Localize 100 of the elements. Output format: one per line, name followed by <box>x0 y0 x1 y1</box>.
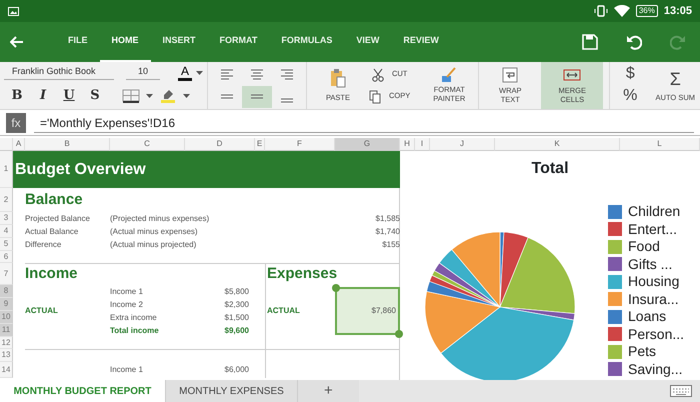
align-icon <box>281 98 294 103</box>
column-header[interactable]: E <box>255 138 265 151</box>
column-header[interactable]: L <box>620 138 700 151</box>
cell-text: Income 2 <box>110 298 144 310</box>
legend-label: Entert... <box>628 220 678 238</box>
font-size-field[interactable]: 10 <box>126 64 160 80</box>
add-sheet-button[interactable]: + <box>297 380 359 402</box>
legend-label: Pets <box>628 343 656 360</box>
selection-handle[interactable] <box>395 330 403 338</box>
undo-icon <box>626 34 642 50</box>
row-header[interactable]: 12 <box>0 337 13 349</box>
percent-button[interactable]: % <box>610 86 650 108</box>
row-header[interactable]: 6 <box>0 251 13 263</box>
align-icon <box>281 69 294 80</box>
cell-value: $5,800 <box>224 286 250 298</box>
font-color-button[interactable]: A <box>178 64 192 80</box>
style-button[interactable]: S <box>82 84 108 106</box>
style-button[interactable]: I <box>30 84 56 106</box>
column-header[interactable]: J <box>430 138 495 151</box>
row-header[interactable]: 1 <box>0 151 13 188</box>
function-label: fx <box>6 112 26 132</box>
cell-text: Projected Balance <box>25 212 91 224</box>
cell-text: (Projected minus expenses) <box>110 212 210 224</box>
style-button[interactable]: B <box>4 84 30 106</box>
section-heading: Balance <box>25 190 84 210</box>
legend-label: Person... <box>628 326 684 343</box>
section-heading: Expenses <box>266 264 338 284</box>
menu-tab[interactable]: FORMAT <box>208 22 270 62</box>
cell-value: $1,585 <box>374 212 400 224</box>
cell-text: (Actual minus expenses) <box>110 226 199 238</box>
highlighter-icon <box>161 88 175 102</box>
row-header[interactable]: 13 <box>0 349 13 362</box>
legend-label: Saving... <box>628 360 682 378</box>
cell-text: Extra income <box>110 312 158 324</box>
cell-text: Total income <box>110 324 160 336</box>
column-header[interactable]: A <box>13 138 25 151</box>
align-button[interactable] <box>242 86 272 108</box>
align-icon <box>221 69 234 80</box>
selected-cell[interactable]: $7,860 <box>335 287 400 335</box>
cell-text: (Actual minus projected) <box>110 238 198 250</box>
menu-tab[interactable]: FORMULAS <box>269 22 344 62</box>
column-header[interactable]: F <box>265 138 335 151</box>
caret-icon <box>183 94 190 98</box>
legend-label: Gifts ... <box>628 256 672 273</box>
image-icon <box>8 6 19 16</box>
menu-tab[interactable]: REVIEW <box>391 22 451 62</box>
row-header[interactable]: 2 <box>0 188 13 212</box>
row-header[interactable]: 8 <box>0 285 13 298</box>
status-time: 13:05 <box>664 4 692 19</box>
caret-icon <box>146 94 153 98</box>
sheet-tab[interactable]: MONTHLY BUDGET REPORT <box>0 380 165 402</box>
row-header[interactable]: 3 <box>0 212 13 225</box>
cell-value: $1,500 <box>224 312 250 324</box>
legend-label: Food <box>628 238 660 256</box>
row-header[interactable]: 10 <box>0 311 13 324</box>
cell-value: $9,600 <box>224 324 250 336</box>
cell-text: ACTUAL <box>25 305 59 317</box>
column-header[interactable]: H <box>400 138 415 151</box>
row-header[interactable]: 5 <box>0 238 13 251</box>
column-header[interactable]: K <box>495 138 620 151</box>
row-header[interactable]: 9 <box>0 298 13 311</box>
formula-field[interactable]: ='Monthly Expenses'!D16 <box>34 112 694 132</box>
merge-cells-icon <box>563 66 582 83</box>
column-header[interactable]: B <box>25 138 110 151</box>
save-icon <box>582 34 598 50</box>
selection-handle[interactable] <box>332 284 340 292</box>
sheet-tab[interactable]: MONTHLY EXPENSES <box>165 380 297 402</box>
column-header[interactable]: G <box>335 138 400 151</box>
vibrate-icon <box>594 5 608 17</box>
menu-tab[interactable]: VIEW <box>344 22 392 62</box>
cell-value: $1,740 <box>374 226 400 238</box>
font-name-field[interactable]: Franklin Gothic Book <box>4 64 114 80</box>
wrap-text-icon <box>501 66 520 83</box>
row-header[interactable]: 7 <box>0 263 13 285</box>
style-button[interactable]: U <box>56 84 82 106</box>
cell-text: Difference <box>25 238 62 250</box>
column-header[interactable]: D <box>185 138 255 151</box>
cell-text: Income 1 <box>110 364 144 376</box>
menu-tab[interactable]: INSERT <box>150 22 208 62</box>
row-header[interactable]: 14 <box>0 362 13 378</box>
column-header[interactable]: I <box>415 138 430 151</box>
menu-tab[interactable]: FILE <box>56 22 100 62</box>
legend-label: Insura... <box>628 290 679 308</box>
paintbrush-icon <box>441 67 458 84</box>
chart-title: Total <box>530 159 570 179</box>
borders-icon <box>122 88 140 102</box>
row-header[interactable]: 4 <box>0 225 13 238</box>
cell-value: $155 <box>381 238 400 250</box>
column-header[interactable]: C <box>110 138 185 151</box>
keyboard-icon <box>670 385 692 397</box>
redo-icon <box>670 34 686 50</box>
section-heading: Income <box>25 264 79 284</box>
row-header[interactable]: 11 <box>0 324 13 337</box>
cell-text: Income 1 <box>110 286 144 298</box>
battery-icon: 36% <box>636 5 658 17</box>
currency-button[interactable]: $ <box>610 64 650 86</box>
legend-label: Loans <box>628 308 666 326</box>
cell-value: $2,300 <box>224 298 250 310</box>
scissors-icon <box>372 68 384 82</box>
align-icon <box>251 94 264 99</box>
